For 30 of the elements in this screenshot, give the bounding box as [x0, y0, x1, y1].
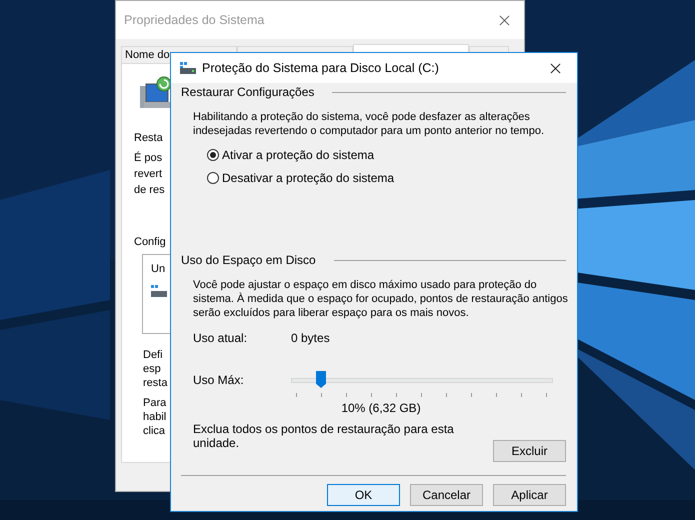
section-label: Config — [134, 236, 166, 248]
delete-button[interactable]: Excluir — [493, 440, 566, 462]
field-value: 0 bytes — [291, 331, 330, 345]
description-text: Exclua todos os pontos de restauração para esta unidade. — [193, 422, 454, 452]
radio-button[interactable] — [207, 149, 219, 161]
cancel-button[interactable]: Cancelar — [410, 484, 483, 506]
radio-label[interactable]: Ativar a proteção do sistema — [222, 148, 374, 162]
group-heading: Uso do Espaço em Disco — [181, 253, 316, 267]
drive-icon — [180, 62, 196, 74]
group-heading: Restaurar Configurações — [181, 85, 314, 99]
description-text: Para habil clica — [143, 396, 166, 438]
radio-label[interactable]: Desativar a proteção do sistema — [222, 171, 394, 185]
apply-button[interactable]: Aplicar — [493, 484, 566, 506]
field-label: Uso atual: — [193, 331, 248, 345]
dialog-title: Proteção do Sistema para Disco Local (C:) — [202, 61, 440, 75]
description-text: Habilitando a proteção do sistema, você pode desfazer as alterações indesejadas revertendo o computador para um ponto anterior no tempo. — [193, 110, 544, 138]
list-column-header: Un — [151, 263, 166, 275]
slider-reading: 10% (6,32 GB) — [340, 401, 422, 415]
section-label: Resta — [134, 132, 163, 144]
description-text: Defi esp resta — [143, 348, 168, 390]
ok-button[interactable]: OK — [327, 484, 400, 506]
close-icon[interactable] — [550, 62, 561, 74]
close-icon[interactable] — [499, 14, 510, 26]
drive-icon — [151, 285, 167, 297]
description-text: É pos revert de res — [134, 150, 165, 198]
radio-button[interactable] — [207, 172, 219, 184]
slider-thumb[interactable] — [316, 371, 326, 388]
window-title: Propriedades do Sistema — [124, 13, 264, 27]
field-label: Uso Máx: — [193, 373, 245, 387]
description-text: Você pode ajustar o espaço em disco máximo usado para proteção do sistema. À medida que o espaço for ocupado, pontos de restauração antigos serão excluídos para liberar espaço para os mais novos. — [193, 278, 568, 320]
